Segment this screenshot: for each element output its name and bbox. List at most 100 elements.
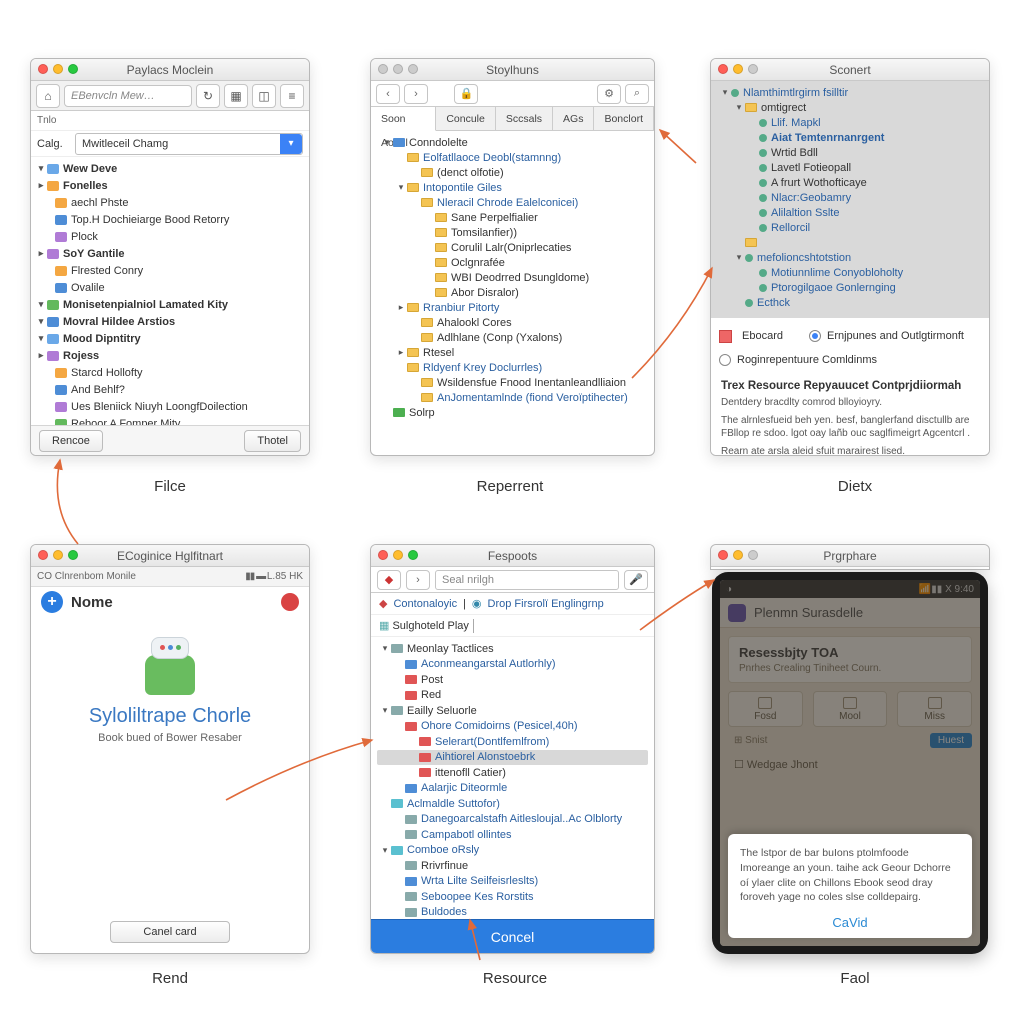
tree-item[interactable]: A frurt Wothofticaye — [717, 175, 983, 190]
concel-button[interactable]: Concel — [371, 919, 654, 953]
tab[interactable]: Soon Aodul — [371, 107, 436, 131]
tree-item[interactable]: Wsildensfue Fnood Inentanleandlliaion — [377, 375, 650, 390]
tree-item[interactable]: ▸ Rtesel — [377, 345, 650, 360]
tree-item[interactable]: Rldyenf Krey Doclurrles) — [377, 360, 650, 375]
mic-icon[interactable]: 🎤 — [624, 570, 648, 590]
tree-item[interactable]: Aihtiorel Alonstoebrk — [377, 750, 648, 766]
tree-group[interactable]: ▸Rojess — [31, 347, 309, 364]
search-icon[interactable]: ⌕ — [625, 84, 649, 104]
tree-item[interactable]: ittenofll Catier) — [377, 765, 648, 781]
tree-item[interactable]: Ohore Comidoirns (Pesicel,40h) — [377, 719, 648, 735]
tree-item[interactable]: Oclgnrafée — [377, 255, 650, 270]
tree-item[interactable]: ▾ mefolioncshtotstion — [717, 250, 983, 265]
calg-select[interactable]: Mwitleceil Chamg ▾ — [75, 133, 303, 155]
tree-item[interactable]: Ahalookl Cores — [377, 315, 650, 330]
tab[interactable]: AGs — [553, 107, 594, 130]
home-icon[interactable]: ⌂ — [36, 84, 60, 108]
radio-engines[interactable] — [809, 330, 821, 342]
tree-item[interactable]: Corulil Lalr(Oniprlecaties — [377, 240, 650, 255]
tree-item[interactable]: Post — [377, 672, 648, 688]
crumb2[interactable]: Drop Firsrolï Englingrnp — [488, 598, 604, 610]
tree-item[interactable]: ▾ Conndolelte — [377, 135, 650, 150]
tree-item[interactable]: Wrta Lilte Seilfeisrleslts) — [377, 874, 648, 890]
tree-group[interactable]: ▾Wew Deve — [31, 160, 309, 177]
tree-item[interactable]: Danegoarcalstafh Aitlesloujal..Ac Olblor… — [377, 812, 648, 828]
tree-item[interactable]: Eolfatllaoce Deobl(stamnng) — [377, 150, 650, 165]
tree-item[interactable]: Plock — [31, 228, 309, 245]
radio-regin[interactable] — [719, 354, 731, 366]
tree-item[interactable]: ▾ Meonlay Tactlices — [377, 641, 648, 657]
tree-item[interactable]: Tomsilanfier)) — [377, 225, 650, 240]
back-icon[interactable]: ‹ — [376, 84, 400, 104]
tree-item[interactable]: Rrivrfinue — [377, 858, 648, 874]
tab[interactable]: Concule — [436, 107, 496, 130]
grid-icon[interactable]: ▦ — [224, 84, 248, 108]
search-input[interactable]: Seal nrilgh — [435, 570, 619, 590]
tree-item[interactable]: Lavetl Fotieopall — [717, 160, 983, 175]
tree-item[interactable]: Solrp — [377, 405, 650, 420]
tree-item[interactable]: Rellorcil — [717, 220, 983, 235]
tree-p2[interactable]: ▾ ConndolelteEolfatllaoce Deobl(stamnng)… — [371, 131, 654, 428]
tree-item[interactable]: Aclmaldle Suttofor) — [377, 796, 648, 812]
tree-item[interactable]: Aiat Temtenrnanrgent — [717, 130, 983, 145]
refresh-icon[interactable]: ↻ — [196, 84, 220, 108]
tree-group[interactable]: ▾Mood Dipntitry — [31, 330, 309, 347]
tree-p5[interactable]: ▾ Meonlay TactlicesAconmeangarstal Autlo… — [371, 637, 654, 954]
tree-item[interactable]: Sane Perpelfialier — [377, 210, 650, 225]
tree-item[interactable]: Motiunnlime Conyobloholty — [717, 265, 983, 280]
add-icon[interactable]: + — [41, 591, 63, 613]
tree-item[interactable]: And Behlf? — [31, 381, 309, 398]
tree-item[interactable]: Ues Bleniick Niuyh LoongfDoilection — [31, 398, 309, 415]
tree-item[interactable]: ▾ Eailly Seluorle — [377, 703, 648, 719]
tree-group[interactable]: ▸Fonelles — [31, 177, 309, 194]
cancel-card-button[interactable]: Canel card — [110, 921, 230, 943]
tree-item[interactable]: Ecthck — [717, 295, 983, 310]
fwd-icon[interactable]: › — [406, 570, 430, 590]
rencoe-button[interactable]: Rencoe — [39, 430, 103, 452]
tree-item[interactable]: Selerart(Dontlfemlfrom) — [377, 734, 648, 750]
columns-icon[interactable]: ◫ — [252, 84, 276, 108]
tree-item[interactable]: Seboopee Kes Rorstits — [377, 889, 648, 905]
tree-item[interactable]: Buldodes — [377, 905, 648, 921]
tree-item[interactable]: Nleracil Chrode Ealelconicei) — [377, 195, 650, 210]
tree-group[interactable]: ▸SoY Gantile — [31, 245, 309, 262]
thotel-button[interactable]: Thotel — [244, 430, 301, 452]
tree-item[interactable]: Adlhlane (Conp (Yxalons) — [377, 330, 650, 345]
tree-item[interactable]: ▸ Rranbiur Pitorty — [377, 300, 650, 315]
tree-item[interactable]: WBI Deodrred Dsungldome) — [377, 270, 650, 285]
max-dot[interactable] — [68, 64, 78, 74]
tree-item[interactable]: ▾ Comboe oRsly — [377, 843, 648, 859]
tab[interactable]: Sccsals — [496, 107, 553, 130]
fwd-icon[interactable]: › — [404, 84, 428, 104]
tree-item[interactable]: Wrtid Bdll — [717, 145, 983, 160]
tree-item[interactable]: Campabotl ollintes — [377, 827, 648, 843]
tree-item[interactable]: Abor Disralor) — [377, 285, 650, 300]
tree-item[interactable]: ▾ omtigrect — [717, 100, 983, 115]
tree-item[interactable]: AnJomentamlnde (fiond Veroïptihecter) — [377, 390, 650, 405]
modal-ok-button[interactable]: CaVid — [740, 915, 960, 930]
tree-item[interactable]: Ptorogilgaoe Gonlernging — [717, 280, 983, 295]
search-input[interactable]: EBenvcln Mew… — [64, 85, 192, 107]
app-icon[interactable]: ◆ — [377, 570, 401, 590]
tree-group[interactable]: ▾Monisetenpialniol Lamated Kity — [31, 296, 309, 313]
tree-item[interactable]: Ovalile — [31, 279, 309, 296]
tree-item[interactable]: aechl Phste — [31, 194, 309, 211]
lock-icon[interactable]: 🔒 — [454, 84, 478, 104]
close-dot[interactable] — [38, 64, 48, 74]
tree-p3[interactable]: ▾ Nlamthimtlrgirm fsilltir▾ omtigrectLli… — [717, 85, 983, 310]
tree-item[interactable]: Aconmeangarstal Autlorhly) — [377, 657, 648, 673]
menu-icon[interactable]: ≡ — [280, 84, 304, 108]
tree-item[interactable]: (denct olfotie) — [377, 165, 650, 180]
tree-item[interactable]: Nlacr:Geobamry — [717, 190, 983, 205]
tree-item[interactable]: ▾ Intopontile Giles — [377, 180, 650, 195]
tree-group[interactable]: ▾Movral Hildee Arstios — [31, 313, 309, 330]
tab[interactable]: Bonclort — [594, 107, 654, 130]
tree-item[interactable]: Llif. Mapkl — [717, 115, 983, 130]
tree-item[interactable] — [717, 235, 983, 250]
min-dot[interactable] — [53, 64, 63, 74]
tree-item[interactable]: Red — [377, 688, 648, 704]
tree-item[interactable]: Starcd Hollofty — [31, 364, 309, 381]
alert-icon[interactable] — [281, 593, 299, 611]
crumb1[interactable]: Contonaloyic — [393, 598, 457, 610]
tree-item[interactable]: ▾ Nlamthimtlrgirm fsilltir — [717, 85, 983, 100]
